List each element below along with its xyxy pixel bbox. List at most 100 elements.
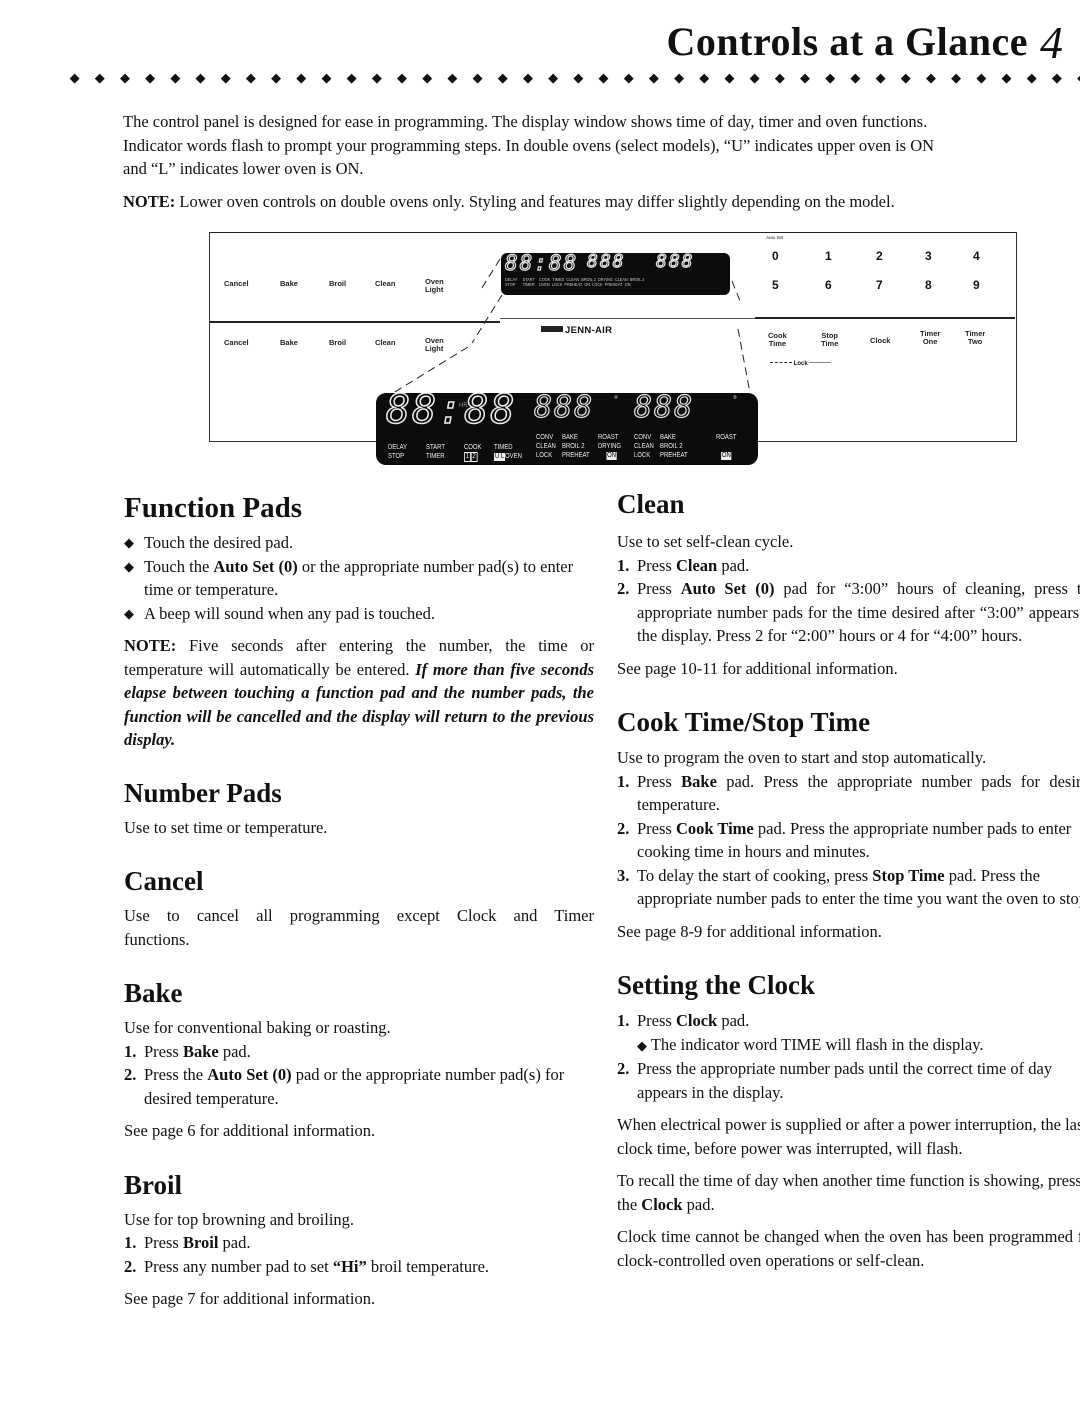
step-bold: Stop Time [872, 865, 945, 885]
step-number: 2. [124, 1256, 137, 1276]
upper-display-small: 88:88 888 888 DELAY START COOK TIMED CLE… [501, 253, 730, 295]
step-text: Press [144, 1041, 183, 1061]
hr-label: HR [459, 403, 468, 409]
diamond-divider-icon: ◆ [1051, 70, 1062, 85]
indicator-on: ON [720, 452, 732, 460]
number-pad-4[interactable]: 4 [973, 249, 980, 263]
step-bold: Cook Time [675, 818, 754, 838]
diamond-divider-icon: ◆ [1001, 70, 1012, 85]
clean-step-2: 2. Press Auto Set (0) pad for “3:00” hour… [617, 577, 1080, 648]
setting-clock-heading: Setting the Clock [617, 970, 815, 1000]
bullet-text: Touch the desired pad. [144, 533, 294, 552]
lock-line [809, 362, 832, 363]
step-text: Press [637, 579, 681, 598]
indicator-cook: COOK [464, 444, 482, 451]
callout-line [479, 258, 501, 292]
number-pad-6[interactable]: 6 [825, 278, 832, 292]
indicator-lock: LOCK [551, 282, 563, 287]
broil-see-page: See page 7 for additional information. [124, 1289, 376, 1308]
indicator-bake: BAKE [562, 434, 578, 441]
control-panel-diagram: Cancel Bake Broil Clean Oven Light Cance… [209, 232, 1017, 465]
diamond-divider-icon: ◆ [522, 70, 533, 85]
diamond-divider-icon: ◆ [875, 70, 886, 85]
indicator-preheat: PREHEAT [564, 282, 583, 287]
main-display: 88:88 HR 888 ° 888 ° DELAY STOP START TIME… [376, 393, 758, 465]
clock-pad[interactable]: Clock [870, 337, 890, 345]
step-text: Press the [144, 1065, 208, 1084]
note-label: NOTE: [124, 636, 177, 655]
number-pad-7[interactable]: 7 [876, 278, 883, 292]
diamond-bullet-icon: ◆ [124, 605, 134, 621]
diamond-divider-icon: ◆ [674, 70, 685, 85]
small-display-indicators: DELAY START COOK TIMED CLEAN BROIL 2 DRY… [505, 277, 644, 287]
para-text: pad. [682, 1194, 715, 1214]
indicator-roast: ROAST [598, 434, 619, 441]
indicator-col-7: ROAST DRYING ON [598, 433, 621, 460]
callout-line [737, 328, 751, 394]
cook-time-pad[interactable]: Cook Time [768, 332, 787, 348]
indicator-bake: BAKE [660, 434, 676, 441]
diamond-divider-icon: ◆ [724, 70, 735, 85]
cook-stop-step-1: 1. Press Bake pad. Press the appropriate … [617, 770, 1080, 817]
pad-line: Time [821, 339, 839, 348]
bullet-item: ◆ Touch the Auto Set (0) or the appropria… [124, 555, 594, 602]
bake-see-page: See page 6 for additional information. [124, 1121, 376, 1140]
indicator-col-2: START TIMER [426, 443, 445, 461]
timer-one-pad[interactable]: Timer One [920, 330, 940, 346]
step-number: 1. [124, 1233, 137, 1252]
display-time: 88:88 [385, 393, 517, 434]
indicator-on: ON [624, 282, 631, 287]
number-pad-3[interactable]: 3 [925, 249, 932, 263]
clean-text: Use to set self-clean cycle. [617, 532, 794, 551]
indicator-drying: DRYING [598, 443, 622, 450]
callout-line [471, 294, 503, 344]
broil-step-2: 2. Press any number pad to set “Hi” broil… [124, 1255, 594, 1279]
diamond-divider-icon: ◆ [925, 70, 936, 85]
cook-stop-time-heading: Cook Time/Stop Time [617, 707, 871, 737]
diamond-divider-icon: ◆ [220, 70, 231, 85]
intro-line: The control panel is designed for ease i… [123, 112, 928, 131]
step-bold: Bake [681, 771, 717, 791]
diamond-divider-icon: ◆ [900, 70, 911, 85]
number-pad-8[interactable]: 8 [925, 278, 932, 292]
number-pad-1[interactable]: 1 [825, 249, 832, 263]
indicator-preheat: PREHEAT [604, 282, 623, 287]
indicator-clean: CLEAN [634, 443, 654, 450]
number-pad-0[interactable]: 0 [772, 249, 779, 263]
step-number: 1. [617, 1011, 630, 1030]
step-number: 2. [617, 579, 630, 598]
number-pad-9[interactable]: 9 [973, 278, 980, 292]
step-text: pad. [717, 555, 750, 575]
indicator-col-4: TIMED U LOVEN [494, 443, 522, 461]
lock-line [770, 362, 792, 363]
intro-text: The control panel is designed for ease i… [123, 110, 1080, 222]
small-display-time: 88:88 [504, 253, 579, 276]
page-title: Controls at a Glance 4 [667, 17, 1063, 68]
clock-para-3: Clock time cannot be changed when the ov… [617, 1227, 1080, 1270]
broil-text: Use for top browning and broiling. [124, 1209, 355, 1229]
indicator-conv: CONV [634, 434, 652, 441]
indicator-stop: STOP [505, 282, 516, 287]
diamond-divider-icon: ◆ [422, 70, 433, 85]
diamond-divider-icon: ◆ [447, 70, 458, 85]
clock-step-2: 2. Press the appropriate number pads unti… [617, 1057, 1080, 1104]
diamond-divider-icon: ◆ [774, 70, 785, 85]
step-text: Press any number pad to set [144, 1256, 333, 1276]
step-text: broil temperature. [366, 1256, 490, 1276]
timer-two-pad[interactable]: Timer Two [965, 330, 985, 346]
pad-line: Clock [870, 336, 891, 345]
step-subtext: The indicator word TIME will flash in th… [650, 1034, 984, 1054]
diamond-bullet-icon: ◆ [637, 1037, 647, 1053]
bake-heading: Bake [124, 978, 183, 1008]
step-text: Press the appropriate number pads until … [637, 1059, 1053, 1102]
bullet-item: ◆ Touch the desired pad. [124, 531, 594, 555]
step-number: 2. [124, 1065, 137, 1084]
page-number: 4 [1040, 17, 1064, 68]
number-pad-5[interactable]: 5 [772, 278, 779, 292]
step-bold: “Hi” [332, 1256, 367, 1276]
step-text: pad. [218, 1233, 251, 1252]
number-pad-2[interactable]: 2 [876, 249, 883, 263]
indicator-col-5: CONV CLEAN LOCK [536, 433, 556, 460]
stop-time-pad[interactable]: Stop Time [821, 332, 838, 348]
function-pads-heading: Function Pads [124, 492, 303, 524]
